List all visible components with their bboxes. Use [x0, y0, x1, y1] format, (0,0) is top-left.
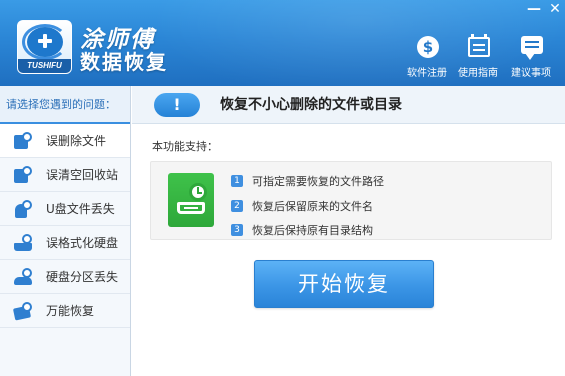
feature-item: 2 恢复后保留原来的文件名	[231, 199, 373, 215]
start-recovery-button[interactable]: 开始恢复	[254, 260, 434, 308]
sidebar-item-recycle-bin[interactable]: 误清空回收站	[0, 158, 130, 192]
sidebar-item-usb-lost[interactable]: U盘文件丢失	[0, 192, 130, 226]
feature-text: 可指定需要恢复的文件路径	[252, 175, 384, 188]
feature-text: 恢复后保持原有目录结构	[252, 224, 373, 237]
sidebar-item-label: 硬盘分区丢失	[46, 270, 119, 284]
sidebar-item-label: 误清空回收站	[46, 168, 119, 182]
product-name: 数据恢复	[80, 50, 168, 74]
plus-icon	[27, 27, 63, 57]
title-bar: TUSHIFU 涂师傅 数据恢复 — ✕ $ 软件注册 使用指南 建议事项	[0, 0, 565, 86]
hard-drive-icon	[14, 234, 34, 252]
guide-icon	[463, 34, 493, 62]
minimize-button[interactable]: —	[524, 0, 544, 18]
feature-box: 1 可指定需要恢复的文件路径 2 恢复后保留原来的文件名 3 恢复后保持原有目录结构	[150, 161, 552, 240]
suggestion-icon	[516, 34, 546, 62]
problem-sidebar: 请选择您遇到的问题： 误删除文件 误清空回收站 U盘文件丢失 误格式化硬盘 硬盘…	[0, 86, 131, 376]
sidebar-header: 请选择您遇到的问题：	[0, 86, 130, 124]
feature-number: 3	[231, 224, 243, 236]
partition-icon	[14, 268, 34, 286]
main-panel: ! 恢复不小心删除的文件或目录 本功能支持： 1 可指定需要恢复的文件路径 2 恢复…	[132, 86, 565, 376]
register-label: 软件注册	[407, 68, 447, 79]
feature-number: 1	[231, 175, 243, 187]
sidebar-item-label: 误格式化硬盘	[46, 236, 119, 250]
sidebar-item-partition-lost[interactable]: 硬盘分区丢失	[0, 260, 130, 294]
sidebar-item-universal[interactable]: 万能恢复	[0, 294, 130, 328]
suggestion-label: 建议事项	[511, 68, 551, 79]
disk-recovery-icon	[168, 173, 214, 227]
support-label: 本功能支持：	[152, 140, 218, 153]
feature-number: 2	[231, 200, 243, 212]
feature-item: 1 可指定需要恢复的文件路径	[231, 174, 384, 190]
universal-recovery-icon	[12, 302, 34, 321]
alert-icon: !	[154, 93, 200, 117]
logo-tag: TUSHIFU	[18, 59, 71, 73]
sidebar-item-label: U盘文件丢失	[46, 202, 115, 216]
suggestion-button[interactable]: 建议事项	[505, 34, 557, 82]
deleted-file-icon	[14, 132, 34, 150]
guide-label: 使用指南	[458, 68, 498, 79]
sidebar-item-label: 误删除文件	[46, 134, 107, 148]
guide-button[interactable]: 使用指南	[452, 34, 504, 82]
close-button[interactable]: ✕	[545, 0, 565, 18]
money-icon: $	[412, 34, 442, 62]
page-title: 恢复不小心删除的文件或目录	[220, 97, 402, 113]
app-logo: TUSHIFU	[17, 20, 72, 74]
register-button[interactable]: $ 软件注册	[401, 34, 453, 82]
sidebar-item-formatted-disk[interactable]: 误格式化硬盘	[0, 226, 130, 260]
topic-bar: ! 恢复不小心删除的文件或目录	[132, 86, 565, 124]
recycle-bin-icon	[14, 166, 34, 184]
usb-drive-icon	[14, 200, 34, 218]
sidebar-item-deleted-files[interactable]: 误删除文件	[0, 124, 130, 158]
sidebar-item-label: 万能恢复	[46, 304, 95, 318]
feature-text: 恢复后保留原来的文件名	[252, 200, 373, 213]
feature-item: 3 恢复后保持原有目录结构	[231, 223, 373, 239]
